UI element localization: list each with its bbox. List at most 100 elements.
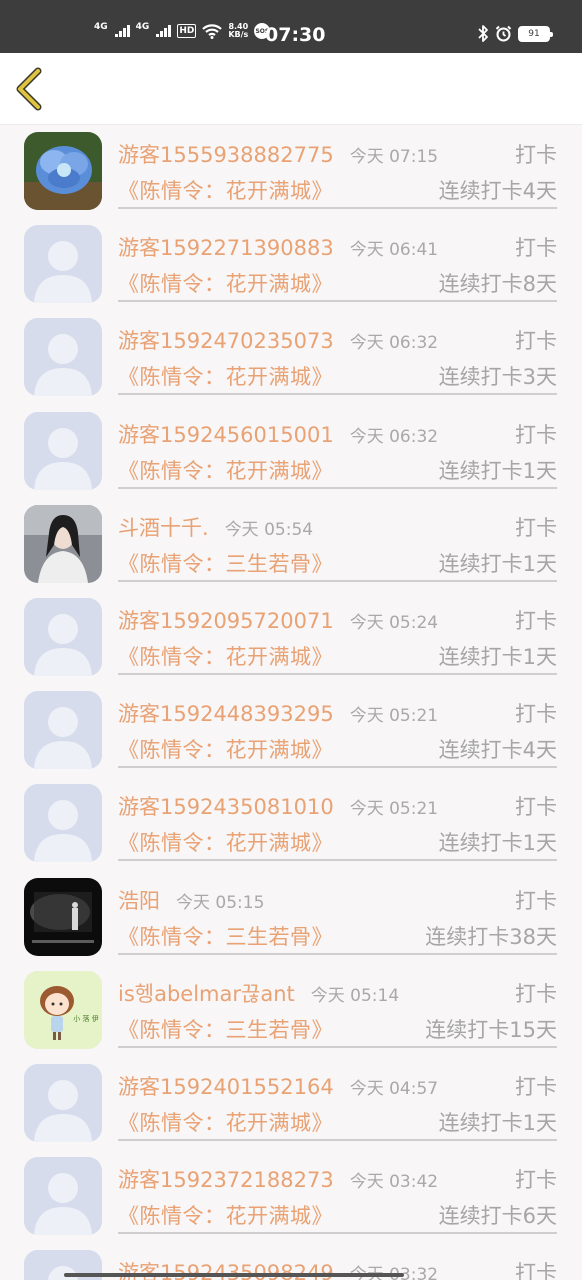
- drama-title[interactable]: 《陈情令：花开满城》: [118, 1200, 333, 1230]
- drama-title[interactable]: 《陈情令：三生若骨》: [118, 548, 333, 578]
- battery-icon: 91: [518, 25, 553, 42]
- bluetooth-icon: [478, 25, 488, 42]
- drama-title[interactable]: 《陈情令：三生若骨》: [118, 1014, 333, 1044]
- user-name[interactable]: 游客1555938882775: [118, 139, 334, 169]
- list-item[interactable]: 游客1592470235073 今天 06:32 打卡 《陈情令：花开满城》 连续打卡3…: [0, 311, 582, 404]
- list-item-detail: 《陈情令：花开满城》 连续打卡6天: [118, 1200, 557, 1230]
- user-name[interactable]: 游客1592372188273: [118, 1164, 334, 1194]
- user-name[interactable]: 游客1592271390883: [118, 232, 334, 262]
- list-item[interactable]: 浩阳 今天 05:15 打卡 《陈情令：三生若骨》 连续打卡38天: [0, 871, 582, 964]
- drama-title[interactable]: 《陈情令：花开满城》: [118, 827, 333, 857]
- list-item-header: 游客1592435081010 今天 05:21: [118, 791, 557, 821]
- drama-title[interactable]: 《陈情令：花开满城》: [118, 268, 333, 298]
- list-item[interactable]: 游客1592456015001 今天 06:32 打卡 《陈情令：花开满城》 连续打卡1…: [0, 405, 582, 498]
- home-indicator[interactable]: [64, 1273, 404, 1277]
- checkin-label: 打卡: [515, 795, 557, 820]
- user-name[interactable]: 游客1592470235073: [118, 325, 334, 355]
- avatar[interactable]: 小 落 伊: [24, 970, 102, 1049]
- user-name[interactable]: 游客1592401552164: [118, 1071, 334, 1101]
- avatar[interactable]: [24, 784, 102, 863]
- list-item[interactable]: 游客1592448393295 今天 05:21 打卡 《陈情令：花开满城》 连续打卡4…: [0, 684, 582, 777]
- network-type-1: 4G: [94, 22, 108, 32]
- checkin-label: 打卡: [515, 1074, 557, 1099]
- user-name[interactable]: 游客1592435081010: [118, 791, 334, 821]
- drama-title[interactable]: 《陈情令：花开满城》: [118, 734, 333, 764]
- list-item[interactable]: 游客1592095720071 今天 05:24 打卡《陈情令：花开满城》 连续打卡1…: [0, 591, 582, 684]
- checkin-label: 打卡: [515, 422, 557, 447]
- list-item[interactable]: 游客1555938882775 今天 07:15 打卡 《陈情令：花开满城》 连续打卡4…: [0, 125, 582, 218]
- list-item-header: 游客1592470235073 今天 06:32: [118, 325, 557, 355]
- list-item[interactable]: 游客1592435081010 今天 05:21 打卡《陈情令：花开满城》 连续打卡1…: [0, 777, 582, 870]
- avatar[interactable]: [24, 318, 102, 397]
- user-name[interactable]: 游客1592448393295: [118, 698, 334, 728]
- streak-count: 连续打卡1天: [438, 1110, 557, 1135]
- user-name[interactable]: 游客1592095720071: [118, 605, 334, 635]
- user-name[interactable]: 游客1592456015001: [118, 419, 334, 449]
- list-item-content: 游客1592372188273 今天 03:42 打卡 《陈情令：花开满城》 连续打卡6…: [118, 1150, 557, 1235]
- avatar[interactable]: [24, 691, 102, 770]
- avatar[interactable]: [24, 597, 102, 676]
- checkin-label: 打卡: [515, 981, 557, 1006]
- user-name[interactable]: is헹abelmar끊ant: [118, 978, 295, 1008]
- avatar[interactable]: [24, 1063, 102, 1142]
- streak-count: 连续打卡8天: [438, 272, 557, 297]
- list-item-detail: 《陈情令：花开满城》 连续打卡1天: [118, 641, 557, 671]
- list-item[interactable]: 斗酒十千. 今天 05:54 打卡《陈情令：三生若骨》 连续打卡1天: [0, 498, 582, 591]
- signal-icon: [156, 25, 172, 37]
- list-item-header: 浩阳 今天 05:15: [118, 885, 557, 915]
- speed-unit: KB/s: [228, 30, 249, 39]
- streak-count: 连续打卡4天: [438, 738, 557, 763]
- drama-title[interactable]: 《陈情令：三生若骨》: [118, 921, 333, 951]
- streak-count: 连续打卡1天: [438, 551, 557, 576]
- back-button[interactable]: [12, 67, 52, 111]
- signal-icon: [114, 25, 130, 37]
- streak-count: 连续打卡4天: [438, 179, 557, 203]
- user-name[interactable]: 浩阳: [118, 885, 160, 915]
- checkin-time: 今天 05:14: [310, 985, 400, 1006]
- list-item[interactable]: 游客1592401552164 今天 04:57 打卡 《陈情令：花开满城》 连续打卡1…: [0, 1057, 582, 1150]
- list-item[interactable]: 游客1592372188273 今天 03:42 打卡 《陈情令：花开满城》 连续打卡6…: [0, 1150, 582, 1243]
- drama-title[interactable]: 《陈情令：花开满城》: [118, 455, 333, 485]
- avatar[interactable]: [24, 411, 102, 490]
- checkin-time: 今天 05:21: [349, 706, 439, 727]
- list-item-detail: 《陈情令：花开满城》 连续打卡3天: [118, 361, 557, 391]
- drama-title[interactable]: 《陈情令：花开满城》: [118, 361, 333, 391]
- list-item[interactable]: 游客1592271390883 今天 06:41 打卡 《陈情令：花开满城》 连续打卡8…: [0, 218, 582, 311]
- streak-count: 连续打卡1天: [438, 644, 557, 669]
- list-item-detail: 《陈情令：花开满城》 连续打卡4天: [118, 734, 557, 764]
- status-indicators: 4G 4G HD 8.40 KB/s SOS: [94, 22, 271, 39]
- drama-title[interactable]: 《陈情令：花开满城》: [118, 175, 333, 205]
- drama-title[interactable]: 《陈情令：花开满城》: [118, 1107, 333, 1137]
- checkin-label: 打卡: [515, 1168, 557, 1193]
- streak-count: 连续打卡1天: [438, 458, 557, 483]
- avatar[interactable]: [24, 1157, 102, 1236]
- checkin-label: 打卡: [515, 888, 557, 913]
- hd-badge: HD: [177, 24, 197, 38]
- list-item-content: 游客1592095720071 今天 05:24 打卡《陈情令：花开满城》 连续打卡1…: [118, 591, 557, 675]
- streak-count: 连续打卡1天: [438, 831, 557, 856]
- checkin-time: 今天 05:15: [176, 892, 265, 913]
- list-item-detail: 《陈情令：花开满城》 连续打卡4天: [118, 175, 557, 205]
- user-name[interactable]: 斗酒十千.: [118, 512, 209, 542]
- checkin-label: 打卡: [515, 608, 557, 633]
- avatar[interactable]: [24, 877, 102, 956]
- drama-title[interactable]: 《陈情令：花开满城》: [118, 641, 333, 671]
- streak-count: 连续打卡3天: [438, 365, 557, 390]
- list-item-header: 斗酒十千. 今天 05:54: [118, 512, 557, 542]
- clock: 07:30: [265, 24, 326, 46]
- list-item[interactable]: 小 落 伊 is헹abelmar끊ant 今天 05:14 打卡 《陈情令：三生若骨》 连…: [0, 964, 582, 1057]
- list-item-detail: 《陈情令：花开满城》 连续打卡1天: [118, 827, 557, 857]
- checkin-time: 今天 06:41: [349, 240, 439, 261]
- list-item-content: 游客1592271390883 今天 06:41 打卡 《陈情令：花开满城》 连续打卡8…: [118, 218, 557, 303]
- checkin-label: 打卡: [515, 1261, 557, 1280]
- network-type-2: 4G: [135, 22, 150, 32]
- avatar[interactable]: [24, 132, 102, 210]
- avatar[interactable]: [24, 504, 102, 583]
- checkin-time: 今天 05:21: [349, 799, 439, 820]
- checkin-time: 今天 05:24: [349, 612, 439, 633]
- wifi-icon: [202, 24, 223, 39]
- list-item-content: 游客1592456015001 今天 06:32 打卡 《陈情令：花开满城》 连续打卡1…: [118, 405, 557, 489]
- checkin-label: 打卡: [515, 515, 557, 540]
- checkin-time: 今天 05:54: [224, 519, 314, 540]
- avatar[interactable]: [24, 225, 102, 304]
